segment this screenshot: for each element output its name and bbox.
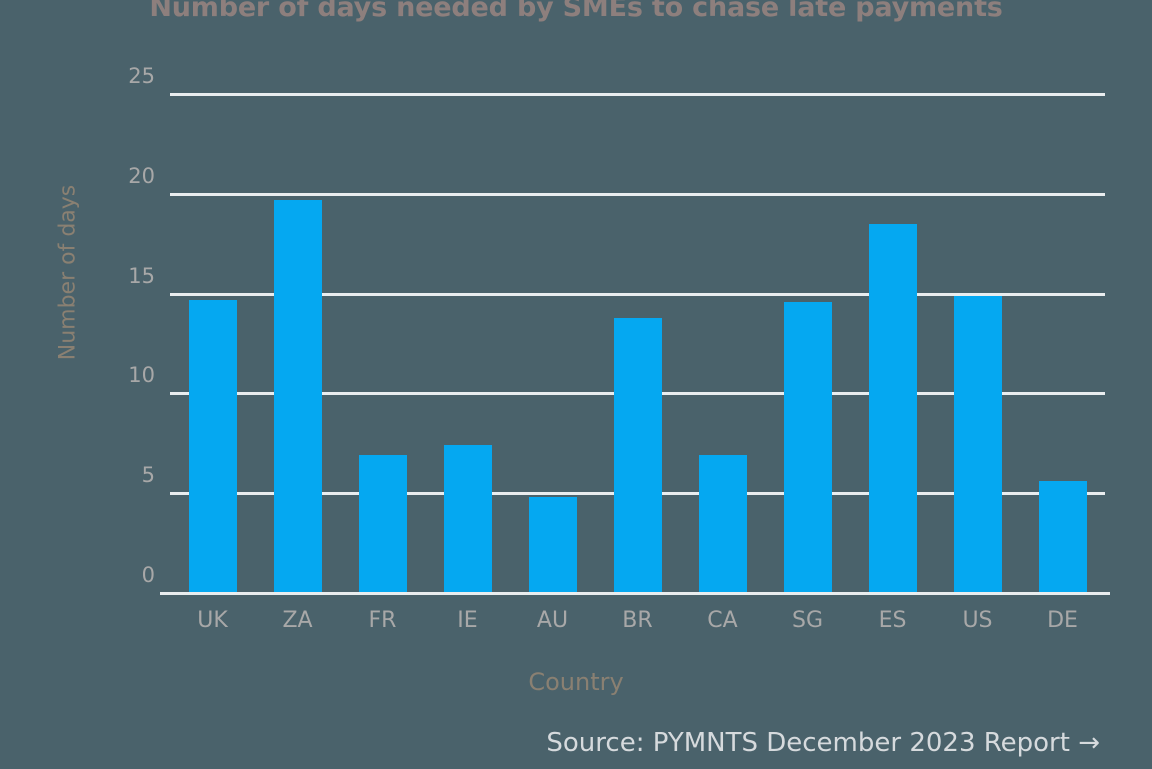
y-axis-tick-label: 15 [128,263,155,288]
x-axis-tick-label: BR [622,608,653,633]
y-axis-tick-label: 20 [128,163,155,188]
chart-figure: Number of days needed by SMEs to chase l… [0,0,1152,769]
x-axis-tick-label: US [962,608,993,633]
bar [528,497,577,593]
bar [698,455,747,593]
bar [358,455,407,593]
bar [443,445,492,593]
x-axis-tick-label: SG [791,608,823,633]
x-axis-line [160,592,1110,595]
chart-title: Number of days needed by SMEs to chase l… [149,0,1003,23]
bar [868,223,917,593]
x-axis-tick-label: CA [707,608,738,633]
x-axis-tick-label: ZA [282,608,313,633]
source-note[interactable]: Source: PYMNTS December 2023 Report → [546,728,1100,758]
bar [613,317,662,593]
gridline [170,93,1105,97]
x-axis-title: Country [528,668,624,696]
y-axis-tick-label: 25 [128,64,155,89]
bar [783,301,832,593]
x-axis-tick-label: DE [1047,608,1078,633]
gridline [170,192,1105,196]
y-axis-tick-label: 10 [128,363,155,388]
y-axis-title: Number of days [55,184,81,361]
x-axis-tick-label: UK [197,608,228,633]
y-axis-tick-label: 5 [141,463,155,488]
bar [953,295,1002,593]
bar [273,199,322,593]
x-axis-tick-label: AU [536,608,569,633]
x-axis-tick-label: ES [878,608,907,633]
x-axis-tick-label: IE [457,608,478,633]
plot-area [170,93,1105,593]
bar [188,299,237,593]
bar [1038,481,1087,593]
y-axis-tick-label: 0 [141,563,155,587]
x-axis-tick-label: FR [368,608,397,633]
